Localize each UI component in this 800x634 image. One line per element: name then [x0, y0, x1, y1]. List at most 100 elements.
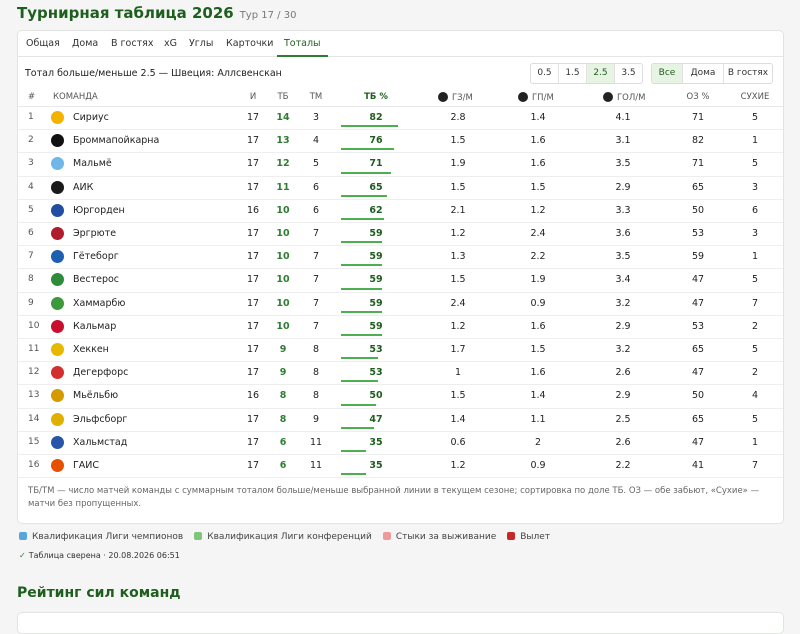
- table-row[interactable]: 8 Вестерос 17 10 7 59 1.5 1.9 3.4 47 5: [18, 268, 783, 293]
- team-name[interactable]: Вестерос: [73, 268, 119, 291]
- table-row[interactable]: 13 Мьёльбю 16 8 8 50 1.5 1.4 2.9 50 4: [18, 384, 783, 409]
- col-tb[interactable]: ТБ: [275, 92, 291, 102]
- under-count: 7: [312, 251, 320, 263]
- over-percent-bar: [341, 287, 383, 290]
- goals-per-match: 3.5: [615, 251, 631, 263]
- team-name[interactable]: АИК: [73, 176, 93, 199]
- col-dry[interactable]: СУХИЕ: [740, 92, 770, 102]
- row-position: 16: [28, 460, 40, 470]
- team-name[interactable]: Броммапойкарна: [73, 129, 159, 152]
- team-logo-icon: [51, 366, 64, 380]
- col-tm[interactable]: ТМ: [308, 92, 324, 102]
- over-count: 6: [279, 436, 287, 448]
- under-count: 6: [312, 204, 320, 216]
- row-position: 9: [28, 297, 34, 308]
- line-option-3-5[interactable]: 3.5: [615, 64, 642, 83]
- tab-away[interactable]: В гостях: [111, 31, 153, 55]
- team-name[interactable]: Мьёльбю: [73, 384, 118, 407]
- btts-percent: 65: [691, 413, 705, 425]
- table-row[interactable]: 15 Хальмстад 17 6 11 35 0.6 2 2.6 47 1: [18, 431, 783, 455]
- goals-conceded-per-match: 1.6: [530, 158, 546, 170]
- tab-cards[interactable]: Карточки: [226, 31, 273, 55]
- tab-totals[interactable]: Тоталы: [277, 31, 328, 57]
- col-gp2-label: ГП/М: [532, 93, 554, 103]
- goals-per-match: 3.3: [615, 204, 631, 216]
- goals-conceded-per-match: 1.4: [530, 390, 546, 402]
- under-count: 7: [312, 297, 320, 309]
- btts-percent: 47: [691, 297, 705, 309]
- team-name[interactable]: Гётеборг: [73, 245, 119, 268]
- team-name[interactable]: Кальмар: [73, 315, 116, 338]
- team-name[interactable]: Эльфсборг: [73, 408, 127, 431]
- over-percent-bar: [341, 310, 383, 313]
- legend-swatch: [382, 532, 391, 540]
- tab-home[interactable]: Дома: [72, 31, 98, 55]
- btts-percent: 50: [691, 204, 705, 216]
- goals-conceded-per-match: 0.9: [530, 460, 546, 471]
- table-row[interactable]: 14 Эльфсборг 17 8 9 47 1.4 1.1 2.5 65 5: [18, 408, 783, 432]
- venue-option-away[interactable]: В гостях: [724, 64, 772, 83]
- table-row[interactable]: 5 Юргорден 16 10 6 62 2.1 1.2 3.3 50 6: [18, 199, 783, 223]
- row-position: 7: [28, 251, 34, 262]
- clean-sheets: 5: [751, 112, 759, 123]
- over-count: 10: [276, 320, 290, 332]
- col-gol[interactable]: ГОЛ/М: [603, 92, 645, 103]
- venue-option-home[interactable]: Дома: [683, 64, 724, 83]
- games-played: 17: [246, 228, 260, 239]
- team-logo-icon: [51, 319, 64, 333]
- ball-icon: [438, 92, 448, 102]
- table-row[interactable]: 10 Кальмар 17 10 7 59 1.2 1.6 2.9 53 2: [18, 315, 783, 339]
- col-gp2[interactable]: ГП/М: [518, 92, 554, 103]
- col-oz[interactable]: ОЗ %: [683, 92, 713, 102]
- goals-per-match: 2.9: [615, 390, 631, 402]
- col-pct[interactable]: ТБ %: [341, 92, 411, 102]
- under-count: 6: [312, 181, 320, 193]
- table-row[interactable]: 9 Хаммарбю 17 10 7 59 2.4 0.9 3.2 47 7: [18, 292, 783, 316]
- col-gp[interactable]: И: [245, 92, 261, 102]
- team-logo-icon: [51, 296, 64, 310]
- goals-conceded-per-match: 2.4: [530, 228, 546, 239]
- venue-option-all[interactable]: Все: [652, 64, 683, 83]
- legend-item: Квалификация Лиги чемпионов: [19, 532, 183, 542]
- team-name[interactable]: Хаммарбю: [73, 292, 125, 315]
- round-label: Тур 17 / 30: [239, 10, 297, 21]
- table-row[interactable]: 7 Гётеборг 17 10 7 59 1.3 2.2 3.5 59 1: [18, 245, 783, 270]
- clean-sheets: 1: [751, 251, 759, 263]
- col-gz[interactable]: ГЗ/М: [438, 92, 473, 103]
- clean-sheets: 5: [751, 344, 759, 355]
- team-name[interactable]: Мальмё: [73, 152, 112, 175]
- team-name[interactable]: Дегерфорс: [73, 361, 128, 384]
- btts-percent: 50: [691, 390, 705, 402]
- games-played: 17: [246, 251, 260, 263]
- team-name[interactable]: Хеккен: [73, 338, 109, 361]
- table-row[interactable]: 16 ГАИС 17 6 11 35 1.2 0.9 2.2 41 7: [18, 454, 783, 479]
- team-name[interactable]: Эргрюте: [73, 222, 116, 245]
- section-title-rating: Рейтинг сил команд: [17, 585, 181, 601]
- row-position: 4: [28, 181, 34, 192]
- row-position: 6: [28, 228, 34, 238]
- line-option-2-5[interactable]: 2.5: [587, 64, 615, 83]
- team-name[interactable]: ГАИС: [73, 454, 99, 477]
- team-name[interactable]: Сириус: [73, 106, 109, 129]
- table-row[interactable]: 12 Дегерфорс 17 9 8 53 1 1.6 2.6 47 2: [18, 361, 783, 386]
- tab-corners[interactable]: Углы: [189, 31, 213, 55]
- tab-overall[interactable]: Общая: [26, 31, 60, 55]
- goals-conceded-per-match: 1.4: [530, 112, 546, 123]
- table-row[interactable]: 6 Эргрюте 17 10 7 59 1.2 2.4 3.6 53 3: [18, 222, 783, 247]
- legend-label: Вылет: [520, 532, 551, 542]
- table-row[interactable]: 3 Мальмё 17 12 5 71 1.9 1.6 3.5 71 5: [18, 152, 783, 177]
- line-option-0-5[interactable]: 0.5: [531, 64, 559, 83]
- table-row[interactable]: 1 Сириус 17 14 3 82 2.8 1.4 4.1 71 5: [18, 106, 783, 131]
- team-name[interactable]: Юргорден: [73, 199, 125, 222]
- col-team[interactable]: КОМАНДА: [53, 92, 98, 102]
- line-option-1-5[interactable]: 1.5: [559, 64, 587, 83]
- under-count: 4: [312, 135, 320, 147]
- goals-per-match: 2.6: [615, 367, 631, 379]
- table-row[interactable]: 11 Хеккен 17 9 8 53 1.7 1.5 3.2 65 5: [18, 338, 783, 363]
- team-name[interactable]: Хальмстад: [73, 431, 127, 454]
- table-row[interactable]: 4 АИК 17 11 6 65 1.5 1.5 2.9 65 3: [18, 176, 783, 200]
- under-count: 3: [312, 112, 320, 123]
- goals-scored-per-match: 1: [454, 367, 462, 379]
- table-row[interactable]: 2 Броммапойкарна 17 13 4 76 1.5 1.6 3.1 82 1: [18, 129, 783, 154]
- tab-xg[interactable]: xG: [164, 31, 177, 55]
